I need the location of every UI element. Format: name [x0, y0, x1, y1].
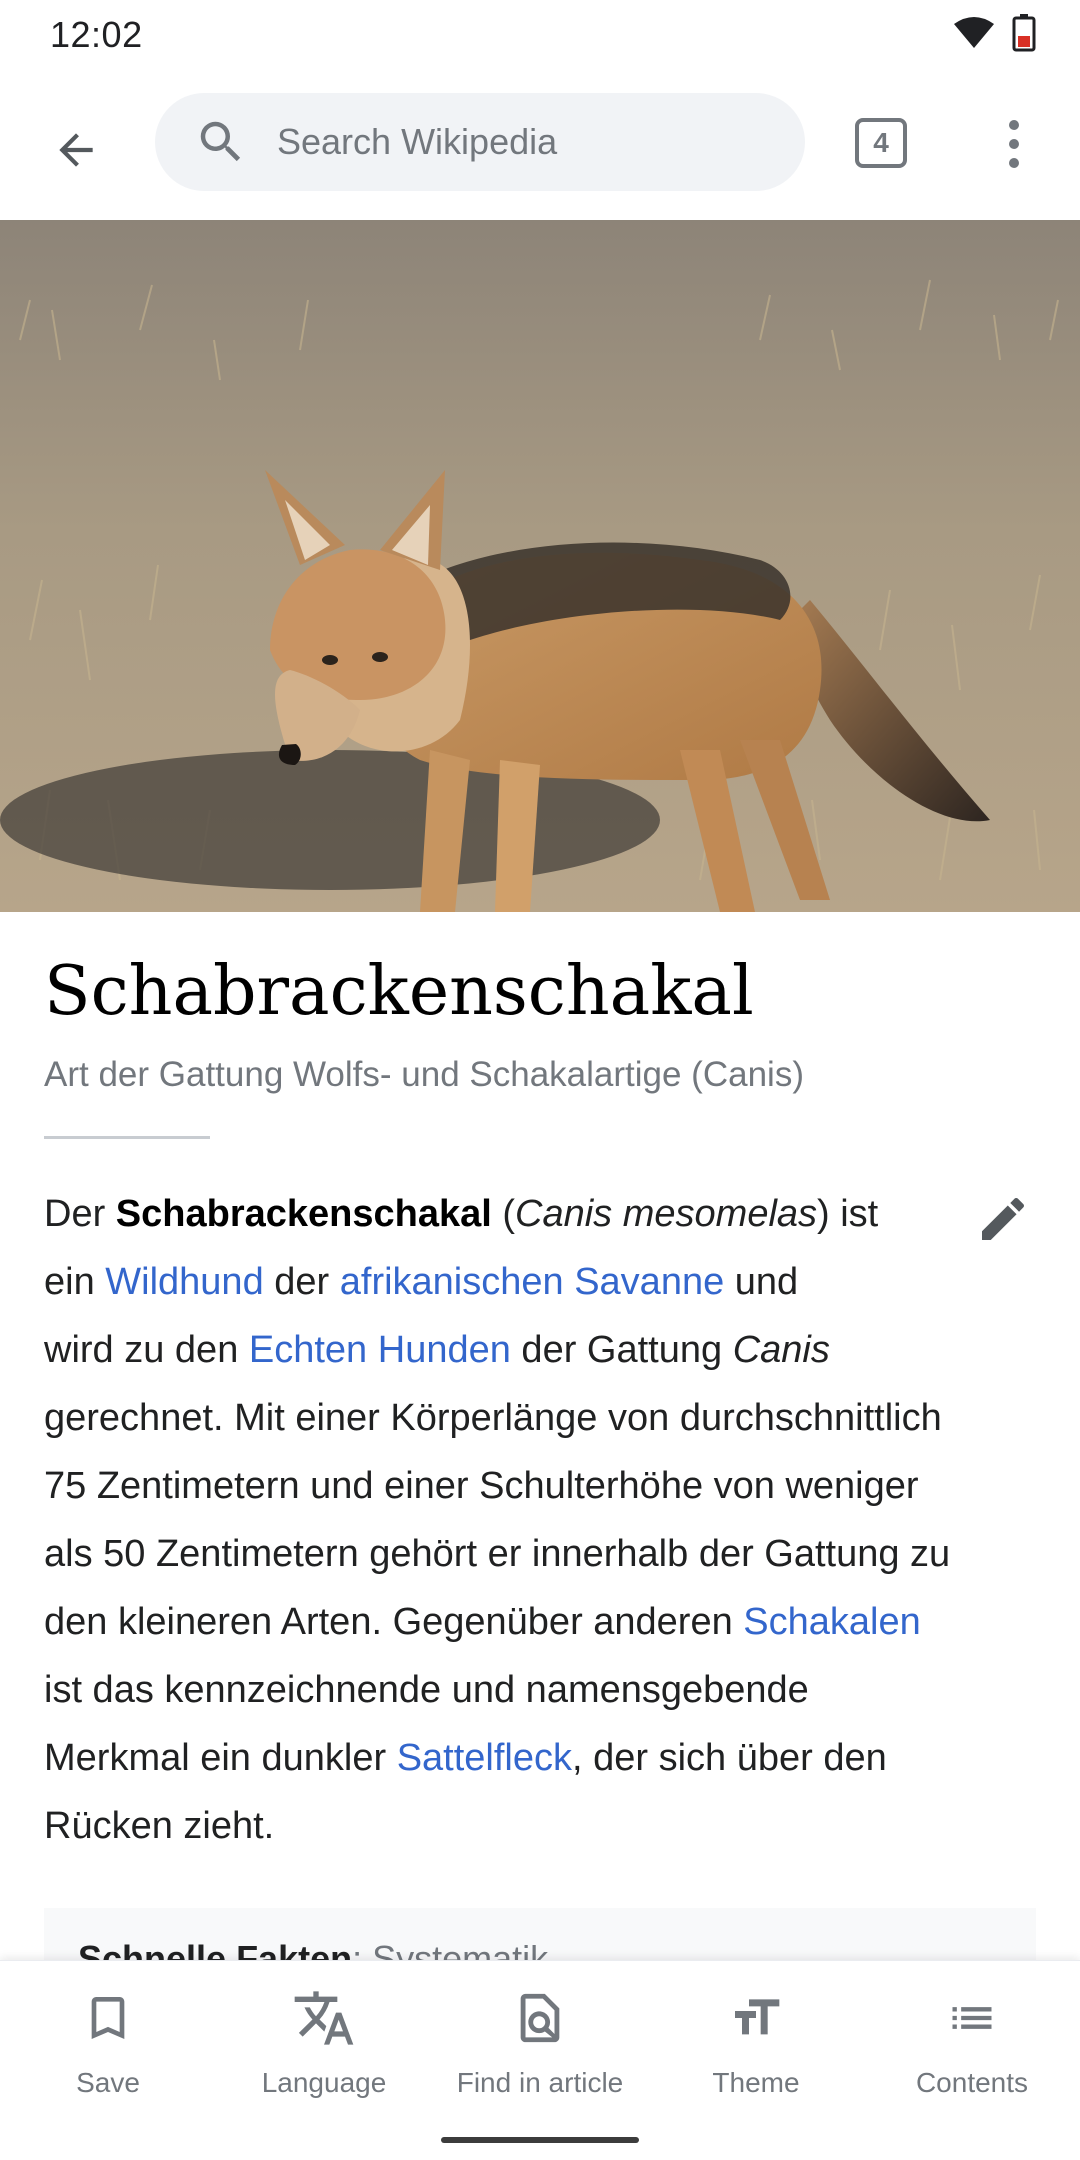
- header-divider: [44, 1136, 210, 1139]
- paragraph-line: ist das kennzeichnende und namensgebende: [44, 1656, 1044, 1724]
- tabs-button[interactable]: 4: [855, 118, 907, 168]
- battery-icon: [1012, 14, 1036, 57]
- article-description: Art der Gattung Wolfs- und Schakalartige…: [44, 1055, 804, 1094]
- wifi-icon: [954, 16, 994, 55]
- language-button[interactable]: Language: [216, 1983, 432, 2103]
- italic-term: Canis mesomelas: [515, 1193, 818, 1235]
- translate-icon: [289, 1983, 359, 2053]
- paragraph-text: 75 Zentimetern und einer Schulterhöhe vo…: [44, 1465, 919, 1507]
- bold-term: Schabrackenschakal: [115, 1193, 492, 1235]
- paragraph-text: Der: [44, 1193, 116, 1235]
- bookmark-icon: [73, 1983, 143, 2053]
- contents-label: Contents: [915, 2067, 1029, 2098]
- status-time: 12:02: [50, 14, 143, 55]
- search-input[interactable]: [275, 120, 779, 164]
- find-in-article-label: Find in article: [456, 2067, 624, 2098]
- back-button[interactable]: [36, 110, 116, 190]
- theme-label: Theme: [712, 2067, 800, 2098]
- more-vert-icon: [1009, 120, 1019, 168]
- paragraph-text: und: [724, 1261, 799, 1303]
- paragraph-text: , der sich über den: [572, 1737, 887, 1779]
- top-toolbar: 4: [0, 66, 1080, 220]
- paragraph-line: wird zu den Echten Hunden der Gattung Ca…: [44, 1316, 1044, 1384]
- paragraph-line: ein Wildhund der afrikanischen Savanne u…: [44, 1248, 1044, 1316]
- article-link[interactable]: Echten Hunden: [249, 1329, 511, 1371]
- paragraph-text: der Gattung: [510, 1329, 733, 1371]
- paragraph-text: der: [263, 1261, 340, 1303]
- save-label: Save: [76, 2067, 140, 2098]
- bottom-action-bar: Save Language Find in article Theme Cont…: [0, 1960, 1080, 2160]
- paragraph-text: ist das kennzeichnende und namensgebende: [44, 1669, 809, 1711]
- paragraph-line: 75 Zentimetern und einer Schulterhöhe vo…: [44, 1452, 1044, 1520]
- paragraph-text: als 50 Zentimetern gehört er innerhalb d…: [44, 1533, 951, 1575]
- theme-button[interactable]: Theme: [648, 1983, 864, 2103]
- paragraph-text: Rücken zieht.: [44, 1805, 275, 1847]
- lead-image[interactable]: [0, 220, 1080, 912]
- article-link[interactable]: afrikanischen Savanne: [340, 1261, 724, 1303]
- save-button[interactable]: Save: [0, 1983, 216, 2103]
- contents-button[interactable]: Contents: [864, 1983, 1080, 2103]
- find-in-page-icon: [505, 1983, 575, 2053]
- text-size-icon: [721, 1983, 791, 2053]
- article-link[interactable]: Wildhund: [105, 1261, 263, 1303]
- back-arrow-icon: [59, 133, 93, 167]
- paragraph-line: Rücken zieht.: [44, 1792, 1044, 1860]
- language-label: Language: [261, 2067, 387, 2098]
- paragraph-line: den kleineren Arten. Gegenüber anderen S…: [44, 1588, 1044, 1656]
- paragraph-text: den kleineren Arten. Gegenüber anderen: [44, 1601, 744, 1643]
- article-title: Schabrackenschakal: [44, 952, 754, 1031]
- paragraph-text: Merkmal ein dunkler: [44, 1737, 397, 1779]
- status-icons: [954, 14, 1036, 57]
- search-bar[interactable]: [155, 93, 805, 191]
- overflow-menu-button[interactable]: [990, 116, 1038, 172]
- paragraph-line: Merkmal ein dunkler Sattelfleck, der sic…: [44, 1724, 1044, 1792]
- paragraph-line: gerechnet. Mit einer Körperlänge von dur…: [44, 1384, 1044, 1452]
- paragraph-text: ) ist: [817, 1193, 879, 1235]
- screen: 12:02 Search Wikipedia 4 Schabrackenscha…: [0, 0, 1080, 2160]
- paragraph-text: (: [491, 1193, 516, 1235]
- paragraph-text: gerechnet. Mit einer Körperlänge von dur…: [44, 1397, 942, 1439]
- list-icon: [937, 1983, 1007, 2053]
- search-icon: [193, 114, 249, 170]
- italic-term: Canis: [732, 1329, 830, 1371]
- paragraph-text: ein: [44, 1261, 106, 1303]
- find-in-article-button[interactable]: Find in article: [432, 1983, 648, 2103]
- article-link[interactable]: Sattelfleck: [397, 1737, 572, 1779]
- paragraph-text: wird zu den: [44, 1329, 249, 1371]
- tab-count: 4: [873, 127, 889, 158]
- status-bar: 12:02: [0, 0, 1080, 66]
- gesture-navigation-bar[interactable]: [441, 2137, 639, 2143]
- article-link[interactable]: Schakalen: [743, 1601, 920, 1643]
- paragraph-line: als 50 Zentimetern gehört er innerhalb d…: [44, 1520, 1044, 1588]
- paragraph-line: Der Schabrackenschakal (Canis mesomelas)…: [44, 1180, 1044, 1248]
- article-paragraph: Der Schabrackenschakal (Canis mesomelas)…: [44, 1180, 1044, 1860]
